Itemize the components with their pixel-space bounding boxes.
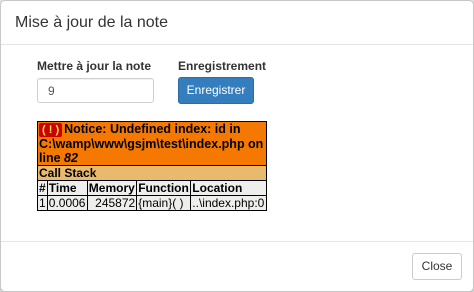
note-label: Mettre à jour la note [37,59,152,73]
cell-location: ..\index.php:0 [190,195,267,211]
close-button[interactable]: Close [412,253,462,280]
notice-line: 82 [64,151,78,165]
col-header-num: # [37,180,48,196]
cell-function: {main}( ) [136,195,192,211]
cell-num: 1 [37,195,48,211]
col-header-location: Location [190,180,267,196]
warning-icon: ( ! ) [39,123,63,137]
cell-time: 0.0006 [46,195,88,211]
xdebug-error-table: ( ! ) Notice: Undefined index: id in C:\w… [37,121,267,211]
modal-title: Mise à jour de la note [15,14,168,31]
modal-dialog: Mise à jour de la note Mettre à jour la … [0,0,474,292]
table-row: 1 0.0006 245872 {main}( ) ..\index.php:0 [37,195,267,211]
col-header-time: Time [46,180,88,196]
notice-message: ( ! ) Notice: Undefined index: id in C:\w… [37,121,267,166]
save-section-label: Enregistrement [178,59,267,73]
modal-header: Mise à jour de la note [1,1,473,45]
note-input[interactable] [37,78,154,103]
cell-memory: 245872 [86,195,138,211]
save-button[interactable]: Enregistrer [178,77,254,104]
col-header-function: Function [136,180,192,196]
modal-footer [1,241,473,292]
col-header-memory: Memory [86,180,138,196]
call-stack-title: Call Stack [37,165,267,181]
